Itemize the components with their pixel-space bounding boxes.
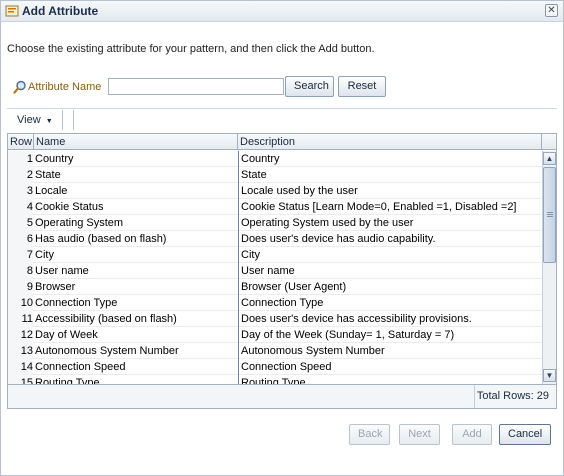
grip-line xyxy=(547,212,553,213)
scroll-down-icon[interactable]: ▼ xyxy=(543,369,556,382)
attribute-name-input[interactable] xyxy=(108,78,284,95)
table-row[interactable]: 15 Routing Type Routing Type xyxy=(8,375,542,384)
table-row[interactable]: 11 Accessibility (based on flash) Does use… xyxy=(8,311,542,327)
attribute-name-cell: Connection Type xyxy=(35,297,118,309)
next-button[interactable]: Next xyxy=(399,424,440,445)
attribute-description-cell: Day of the Week (Sunday= 1, Saturday = 7… xyxy=(238,327,542,343)
row-number-cell: 14 xyxy=(8,359,33,375)
attribute-name-cell: Routing Type xyxy=(35,377,100,384)
row-number-cell: 3 xyxy=(8,183,33,199)
attribute-description-cell: Country xyxy=(238,151,542,167)
view-menu-label: View xyxy=(17,114,41,126)
table-row[interactable]: 6 Has audio (based on flash) Does user's d… xyxy=(8,231,542,247)
attribute-description-cell: State xyxy=(238,167,542,183)
attribute-name-cell: User name xyxy=(35,265,89,277)
chevron-down-icon: ▼ xyxy=(45,118,53,125)
close-icon[interactable]: ✕ xyxy=(545,4,558,17)
attribute-description-cell: Connection Speed xyxy=(238,359,542,375)
table-row[interactable]: 2 State State xyxy=(8,167,542,183)
row-number-cell: 15 xyxy=(8,375,33,384)
view-menu[interactable]: View ▼ xyxy=(11,112,59,129)
instructions-text: Choose the existing attribute for your p… xyxy=(7,43,375,55)
grip-line xyxy=(547,216,553,217)
dialog-titlebar: Add Attribute ✕ xyxy=(1,1,563,22)
total-rows-label: Total Rows: 29 xyxy=(474,385,556,408)
attribute-description-cell: Does user's device has audio capability. xyxy=(238,231,542,247)
attribute-name-cell: Connection Speed xyxy=(35,361,126,373)
attribute-name-label: Attribute Name xyxy=(28,81,102,93)
cancel-button[interactable]: Cancel xyxy=(499,424,551,445)
magnifier-icon xyxy=(13,80,27,94)
column-header-name[interactable]: Name xyxy=(34,134,238,150)
attribute-description-cell: Routing Type xyxy=(238,375,542,384)
table-row[interactable]: 5 Operating System Operating System used b… xyxy=(8,215,542,231)
row-number-cell: 12 xyxy=(8,327,33,343)
dialog-app-icon xyxy=(5,4,19,18)
table-row[interactable]: 14 Connection Speed Connection Speed xyxy=(8,359,542,375)
row-number-cell: 8 xyxy=(8,263,33,279)
attribute-name-cell: Autonomous System Number xyxy=(35,345,179,357)
attribute-name-cell: Has audio (based on flash) xyxy=(35,233,167,245)
dialog-title: Add Attribute xyxy=(22,4,99,18)
attribute-description-cell: User name xyxy=(238,263,542,279)
attribute-description-cell: Browser (User Agent) xyxy=(238,279,542,295)
search-button[interactable]: Search xyxy=(285,76,334,97)
attribute-description-cell: Cookie Status [Learn Mode=0, Enabled =1,… xyxy=(238,199,542,215)
attribute-description-cell: Connection Type xyxy=(238,295,542,311)
attribute-name-cell: Country xyxy=(35,153,74,165)
table-row[interactable]: 10 Connection Type Connection Type xyxy=(8,295,542,311)
attribute-name-cell: State xyxy=(35,169,61,181)
table-row[interactable]: 7 City City xyxy=(8,247,542,263)
table-footer: Total Rows: 29 xyxy=(8,384,556,408)
add-attribute-dialog: Add Attribute ✕ Choose the existing attr… xyxy=(0,0,564,476)
row-number-cell: 1 xyxy=(8,151,33,167)
table-header: Row Name Description xyxy=(8,134,556,150)
grip-line xyxy=(547,214,553,215)
table-row[interactable]: 1 Country Country xyxy=(8,151,542,167)
scrollbar-thumb[interactable] xyxy=(543,167,556,263)
scroll-up-icon[interactable]: ▲ xyxy=(543,152,556,165)
row-number-cell: 5 xyxy=(8,215,33,231)
attribute-description-cell: Operating System used by the user xyxy=(238,215,542,231)
column-header-row[interactable]: Row xyxy=(8,134,34,150)
table-row[interactable]: 12 Day of Week Day of the Week (Sunday= 1,… xyxy=(8,327,542,343)
attribute-name-cell: Cookie Status xyxy=(35,201,104,213)
row-number-cell: 2 xyxy=(8,167,33,183)
column-header-description[interactable]: Description xyxy=(238,134,542,150)
attribute-name-cell: Locale xyxy=(35,185,68,197)
table-row[interactable]: 8 User name User name xyxy=(8,263,542,279)
search-row: Attribute Name Search Reset xyxy=(13,76,553,98)
attribute-name-cell: Day of Week xyxy=(35,329,98,341)
vertical-scrollbar[interactable]: ▲ ▼ xyxy=(542,151,556,384)
table-row[interactable]: 3 Locale Locale used by the user xyxy=(8,183,542,199)
row-number-cell: 4 xyxy=(8,199,33,215)
table-row[interactable]: 9 Browser Browser (User Agent) xyxy=(8,279,542,295)
attribute-name-cell: Accessibility (based on flash) xyxy=(35,313,177,325)
attribute-description-cell: City xyxy=(238,247,542,263)
attribute-name-cell: Operating System xyxy=(35,217,124,229)
table-row[interactable]: 13 Autonomous System Number Autonomous Sys… xyxy=(8,343,542,359)
row-number-cell: 13 xyxy=(8,343,33,359)
row-number-cell: 7 xyxy=(8,247,33,263)
attribute-name-cell: Browser xyxy=(35,281,76,293)
row-number-cell: 11 xyxy=(8,311,33,327)
row-number-cell: 9 xyxy=(8,279,33,295)
toolbar-separator xyxy=(62,110,63,130)
row-number-cell: 6 xyxy=(8,231,33,247)
add-button[interactable]: Add xyxy=(452,424,492,445)
attribute-description-cell: Autonomous System Number xyxy=(238,343,542,359)
table-body: 1 Country Country 2 State State 3 Locale Locale … xyxy=(8,151,542,384)
attribute-name-cell: City xyxy=(35,249,54,261)
row-number-cell: 10 xyxy=(8,295,33,311)
table-toolbar: View ▼ xyxy=(7,109,557,131)
attribute-description-cell: Does user's device has accessibility pro… xyxy=(238,311,542,327)
back-button[interactable]: Back xyxy=(349,424,390,445)
toolbar-separator xyxy=(73,110,74,130)
table-row[interactable]: 4 Cookie Status Cookie Status [Learn Mode=… xyxy=(8,199,542,215)
attributes-table: Row Name Description 1 Country Country 2 Sta… xyxy=(7,133,557,409)
reset-button[interactable]: Reset xyxy=(338,76,386,97)
attribute-description-cell: Locale used by the user xyxy=(238,183,542,199)
